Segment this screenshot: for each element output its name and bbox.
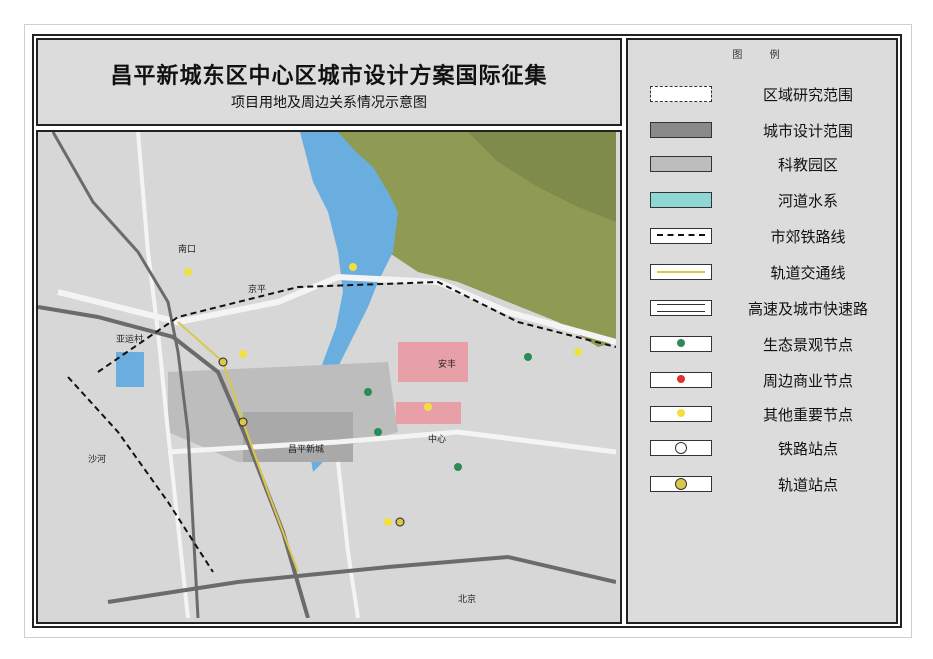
important-node[interactable] (384, 518, 392, 526)
legend-label: 河道水系 (777, 192, 838, 210)
legend-item: 市郊铁路线 (648, 224, 888, 248)
legend-item: 轨道站点 (648, 472, 888, 496)
legend-item: 生态景观节点 (648, 332, 888, 356)
legend: 图 例 区域研究范围 城市设计范围 科教园区 河道水系 市郊铁路线 轨道交通线 … (626, 38, 898, 624)
metro-station[interactable] (395, 517, 405, 527)
legend-item: 轨道交通线 (648, 260, 888, 284)
map-label: 北京 (458, 593, 476, 605)
legend-item: 高速及城市快速路 (648, 296, 888, 320)
legend-label: 铁路站点 (777, 440, 838, 458)
important-node[interactable] (424, 403, 432, 411)
map-label: 中心 (428, 433, 446, 445)
legend-label: 轨道站点 (777, 476, 838, 494)
lake-water (116, 352, 144, 387)
legend-swatch-metro (650, 264, 712, 280)
legend-swatch-other (650, 406, 712, 422)
legend-swatch-ecology (650, 336, 712, 352)
legend-swatch-urban (650, 122, 712, 138)
legend-label: 科教园区 (777, 156, 838, 174)
map-subtitle: 项目用地及周边关系情况示意图 (231, 95, 427, 111)
legend-label: 高速及城市快速路 (747, 300, 868, 318)
map-title: 昌平新城东区中心区城市设计方案国际征集 (110, 64, 548, 89)
legend-item: 其他重要节点 (648, 402, 888, 426)
map-label: 南口 (178, 243, 196, 255)
legend-swatch-water (650, 192, 712, 208)
legend-swatch-edu (650, 156, 712, 172)
map-label: 亚运村 (116, 333, 143, 345)
legend-heading: 图 例 (732, 50, 792, 61)
legend-label: 区域研究范围 (762, 86, 853, 104)
ecology-node[interactable] (374, 428, 382, 436)
legend-label: 生态景观节点 (762, 336, 853, 354)
map-canvas: 亚运村 京平 安丰 中心 沙河 南口 昌平新城 北京 (38, 132, 616, 618)
legend-swatch-station (650, 440, 712, 456)
legend-label: 其他重要节点 (762, 406, 853, 424)
important-node[interactable] (574, 348, 582, 356)
commercial-area (398, 342, 468, 382)
title-block: 昌平新城东区中心区城市设计方案国际征集 项目用地及周边关系情况示意图 (36, 38, 622, 126)
map-label: 京平 (248, 283, 266, 295)
legend-item: 周边商业节点 (648, 368, 888, 392)
map-label: 昌平新城 (288, 443, 324, 455)
metro-station[interactable] (218, 357, 228, 367)
legend-swatch-metro-station (650, 476, 712, 492)
legend-item: 区域研究范围 (648, 82, 888, 106)
legend-swatch-rail (650, 228, 712, 244)
legend-label: 城市设计范围 (762, 122, 853, 140)
important-node[interactable] (349, 263, 357, 271)
map-area[interactable]: 亚运村 京平 安丰 中心 沙河 南口 昌平新城 北京 (36, 130, 622, 624)
legend-item: 河道水系 (648, 188, 888, 212)
important-node[interactable] (184, 268, 192, 276)
legend-item: 科教园区 (648, 152, 888, 176)
legend-swatch-highway (650, 300, 712, 316)
metro-station[interactable] (238, 417, 248, 427)
map-label: 沙河 (88, 453, 106, 465)
important-node[interactable] (239, 350, 247, 358)
legend-item: 铁路站点 (648, 436, 888, 460)
legend-item: 城市设计范围 (648, 118, 888, 142)
legend-swatch-commercial (650, 372, 712, 388)
legend-label: 周边商业节点 (762, 372, 853, 390)
legend-swatch-research (650, 86, 712, 102)
ecology-node[interactable] (454, 463, 462, 471)
map-label: 安丰 (438, 358, 456, 370)
legend-label: 市郊铁路线 (770, 228, 846, 246)
ecology-node[interactable] (524, 353, 532, 361)
ecology-node[interactable] (364, 388, 372, 396)
legend-label: 轨道交通线 (770, 264, 846, 282)
